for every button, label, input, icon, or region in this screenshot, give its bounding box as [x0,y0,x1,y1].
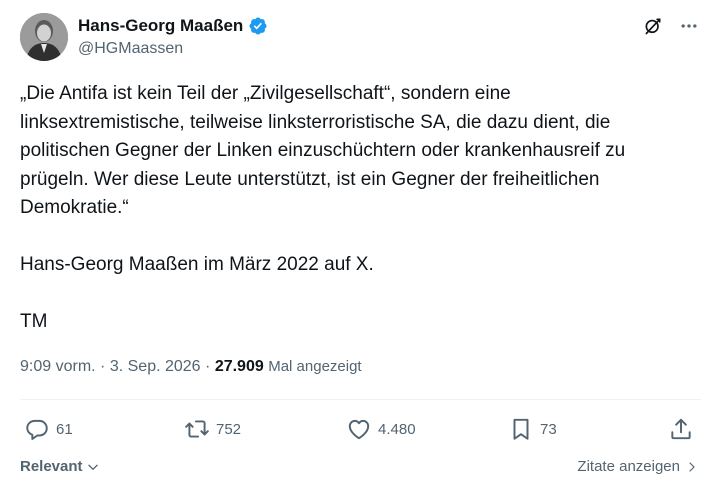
verified-badge-icon[interactable] [248,16,268,36]
tweet-attribution: Hans-Georg Maaßen im März 2022 auf X. [20,254,374,275]
author-handle[interactable]: @HGMaassen [78,40,183,58]
display-name[interactable]: Hans-Georg Maaßen [78,16,243,36]
grok-icon[interactable] [643,16,663,36]
bookmark-count: 73 [540,420,557,438]
repost-count: 752 [216,420,242,438]
repost-icon [185,420,209,438]
reply-count: 61 [56,420,73,438]
divider [20,399,701,400]
meta-separator: · [205,358,215,375]
header-actions [643,16,699,36]
tweet-line: linksextremistische, teilweise linksterr… [20,111,611,133]
tweet-text: „Die Antifa ist kein Teil der „Zivilgese… [20,80,700,337]
tweet-meta: 9:09 vorm. · 3. Sep. 2026 · 27.909 Mal a… [20,358,362,376]
view-quotes-link[interactable]: Zitate anzeigen [577,458,698,475]
tweet-line: prügeln. Wer diese Leute unterstützt, is… [20,168,600,190]
tweet-signature: TM [20,311,48,332]
chevron-right-icon [689,461,695,472]
chevron-down-icon [87,464,98,470]
reply-icon [26,419,48,440]
like-count: 4.480 [378,420,416,438]
action-bar: 61 752 4.480 73 [20,416,700,444]
tweet-line: Demokratie.“ [20,197,129,218]
replies-footer: Relevant Zitate anzeigen [20,458,700,480]
quotes-label: Zitate anzeigen [577,458,680,475]
views-count: 27.909 [214,358,264,375]
tweet-line: politischen Gegner der Linken einzuschüc… [20,140,626,161]
person-portrait-icon [20,13,68,61]
tweet-date[interactable]: 3. Sep. 2026 [110,358,201,375]
tweet-line: „Die Antifa ist kein Teil der „Zivilgese… [20,83,511,104]
reply-button[interactable]: 61 [24,416,73,442]
tweet-time[interactable]: 9:09 vorm. [20,358,96,375]
avatar[interactable] [20,13,68,61]
views-label: Mal angezeigt [268,358,362,375]
like-button[interactable]: 4.480 [346,416,416,442]
heart-icon [348,419,370,440]
bookmark-icon [513,418,529,440]
share-icon [671,418,691,440]
share-button[interactable] [668,416,694,442]
sort-dropdown[interactable]: Relevant [20,458,100,475]
author-name-row[interactable]: Hans-Georg Maaßen [78,16,268,36]
sort-label: Relevant [20,458,83,475]
bookmark-button[interactable]: 73 [508,416,557,442]
more-options-icon[interactable] [679,16,699,36]
repost-button[interactable]: 752 [184,416,241,442]
meta-separator: · [100,358,110,375]
